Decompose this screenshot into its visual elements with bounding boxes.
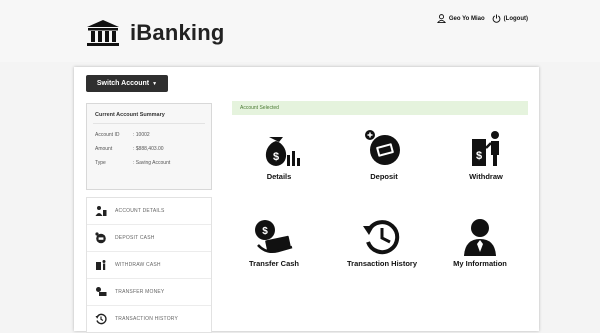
tile-details[interactable]: $ Details (229, 129, 329, 181)
sidebar-item-label: TRANSACTION HISTORY (115, 316, 179, 322)
transfer-icon (96, 287, 107, 296)
tile-label: Transaction History (346, 259, 418, 268)
deposit-icon (95, 232, 106, 244)
tile-transfer-cash[interactable]: $ Transfer Cash (224, 218, 324, 268)
tile-transaction-history[interactable]: Transaction History (332, 218, 432, 268)
money-bag-icon: $ (265, 137, 300, 166)
summary-row-type: Type : Saving Account (95, 160, 211, 166)
divider (93, 123, 205, 124)
sidebar-item-account-details[interactable]: ACCOUNT DETAILS (87, 198, 211, 225)
sidebar-item-transfer-money[interactable]: TRANSFER MONEY (87, 279, 211, 306)
brand[interactable]: iBanking (86, 19, 225, 47)
top-bar: iBanking Geo Yo Miao (Logout) (0, 0, 600, 62)
brand-name: iBanking (130, 20, 225, 45)
tile-label: Withdraw (469, 172, 503, 181)
switch-account-label: Switch Account (96, 80, 150, 87)
summary-value: : 10002 (133, 132, 150, 138)
summary-label: Amount (95, 146, 113, 152)
deposit-icon (365, 130, 400, 165)
withdraw-icon: $ (472, 131, 499, 166)
history-icon (95, 313, 107, 325)
svg-text:$: $ (273, 151, 279, 163)
user-icon (464, 219, 496, 256)
sidebar-item-label: WITHDRAW CASH (115, 262, 161, 268)
user-icon (436, 14, 446, 23)
sidebar-nav: ACCOUNT DETAILS DEPOSIT CASH WITHDRAW CA… (86, 197, 212, 333)
sidebar-item-withdraw-cash[interactable]: WITHDRAW CASH (87, 252, 211, 279)
switch-account-button[interactable]: Switch Account ▼ (86, 75, 168, 92)
tile-withdraw[interactable]: $ Withdraw (436, 129, 536, 181)
account-summary: Current Account Summary Account ID : 100… (86, 103, 212, 190)
tile-label: Details (266, 172, 292, 181)
tile-my-information[interactable]: My Information (430, 218, 530, 268)
withdraw-icon (96, 260, 106, 270)
summary-value: : Saving Account (133, 160, 171, 166)
sidebar-item-deposit-cash[interactable]: DEPOSIT CASH (87, 225, 211, 252)
sidebar-item-label: ACCOUNT DETAILS (115, 208, 165, 214)
alert-text: Account Selected (240, 105, 279, 111)
user-links: Geo Yo Miao (Logout) (430, 14, 528, 23)
svg-text:$: $ (262, 226, 268, 237)
bank-icon (87, 20, 119, 46)
account-details-icon (95, 206, 107, 216)
user-name: Geo Yo Miao (448, 15, 485, 22)
tile-deposit[interactable]: Deposit (334, 129, 434, 181)
logout-label: (Logout) (503, 15, 528, 22)
summary-label: Type (95, 160, 106, 166)
sidebar-item-transaction-history[interactable]: TRANSACTION HISTORY (87, 306, 211, 332)
sidebar-item-label: TRANSFER MONEY (115, 289, 165, 295)
sidebar-item-label: DEPOSIT CASH (115, 235, 155, 241)
summary-label: Account ID (95, 132, 120, 138)
logout-link[interactable]: (Logout) (492, 14, 528, 23)
summary-row-amount: Amount : $888,403.00 (95, 146, 211, 152)
summary-row-account-id: Account ID : 10002 (95, 132, 211, 138)
caret-down-icon: ▼ (152, 80, 158, 87)
summary-title: Current Account Summary (95, 112, 165, 118)
tile-label: Transfer Cash (248, 259, 300, 268)
summary-value: : $888,403.00 (133, 146, 164, 152)
svg-text:$: $ (476, 150, 482, 162)
transfer-cash-icon: $ (255, 220, 293, 253)
tile-label: Deposit (370, 172, 398, 181)
user-link[interactable]: Geo Yo Miao (436, 14, 485, 23)
power-icon (492, 14, 501, 23)
history-icon (363, 220, 400, 255)
main-panel: Switch Account ▼ Current Account Summary… (74, 67, 539, 333)
tile-label: My Information (453, 259, 507, 268)
account-selected-alert: Account Selected (232, 101, 528, 115)
